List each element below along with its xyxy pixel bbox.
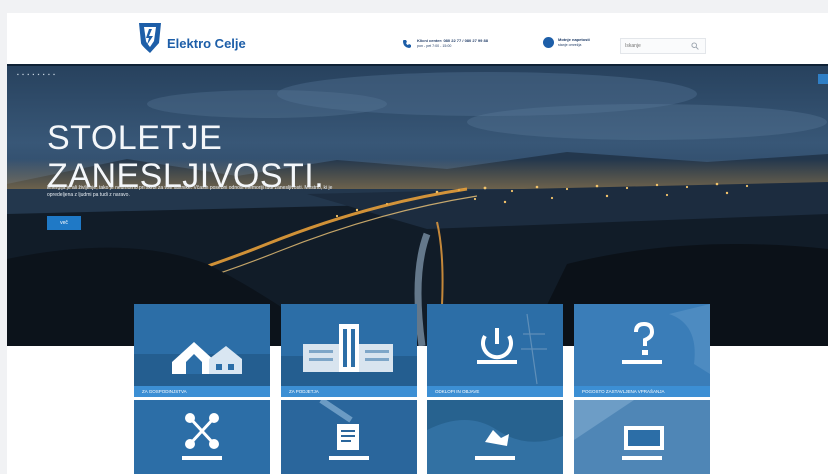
logo[interactable]: Elektro Celje — [137, 21, 246, 55]
network-icon — [182, 413, 222, 460]
search-box[interactable] — [620, 38, 706, 54]
side-menu-toggle[interactable] — [818, 74, 828, 84]
search-input[interactable] — [625, 41, 685, 51]
tile-companies[interactable]: ZA PODJETJA — [281, 304, 417, 397]
hero-more-button[interactable]: več — [47, 216, 81, 230]
globe-icon — [543, 37, 554, 48]
logo-shield-icon — [139, 23, 161, 53]
outage-line-2: stanje omrežja — [558, 42, 582, 47]
tile-tablet[interactable] — [574, 400, 710, 474]
building-icon — [281, 324, 417, 386]
hero-top-line — [7, 64, 828, 66]
brand-name: Elektro Celje — [167, 35, 246, 51]
hand-icon — [427, 420, 563, 474]
tile-documents[interactable] — [281, 400, 417, 474]
tile-outages[interactable]: ODKLOPI IN OBJAVE — [427, 304, 563, 397]
hero-title: STOLETJE ZANESLJIVOSTI. — [47, 119, 324, 195]
contact-line-2: pon - pet 7:00 - 15:00 — [417, 44, 452, 48]
hero-description: Energija je ali življenje, tako je neumo… — [47, 185, 333, 198]
tile-faq[interactable]: POGOSTO ZASTAVLJENA VPRAŠANJA — [574, 304, 710, 397]
power-icon — [477, 313, 547, 385]
tile-label: ZA PODJETJA — [281, 386, 417, 397]
contact-info[interactable]: Klicni center: 080 22 77 / 080 27 99 88 … — [402, 39, 488, 49]
document-icon — [319, 400, 369, 460]
hero-title-line-1: STOLETJE — [47, 118, 223, 157]
tablet-icon — [574, 400, 710, 474]
tile-label: POGOSTO ZASTAVLJENA VPRAŠANJA — [574, 386, 710, 397]
hero-pager[interactable]: ▪ ▪ ▪ ▪ ▪ ▪ ▪ ▪ — [17, 72, 56, 78]
question-icon — [622, 304, 710, 374]
outage-info[interactable]: Motnje napetosti stanje omrežja — [543, 37, 590, 48]
phone-icon — [403, 40, 411, 48]
page: Elektro Celje Klicni center: 080 22 77 /… — [7, 13, 828, 474]
tile-label: ZA GOSPODINJSTVA — [134, 386, 270, 397]
tile-network[interactable] — [134, 400, 270, 474]
search-icon[interactable] — [691, 42, 699, 50]
house-icon — [134, 342, 270, 386]
tile-hand[interactable] — [427, 400, 563, 474]
tile-label: ODKLOPI IN OBJAVE — [427, 386, 563, 397]
tile-households[interactable]: ZA GOSPODINJSTVA — [134, 304, 270, 397]
